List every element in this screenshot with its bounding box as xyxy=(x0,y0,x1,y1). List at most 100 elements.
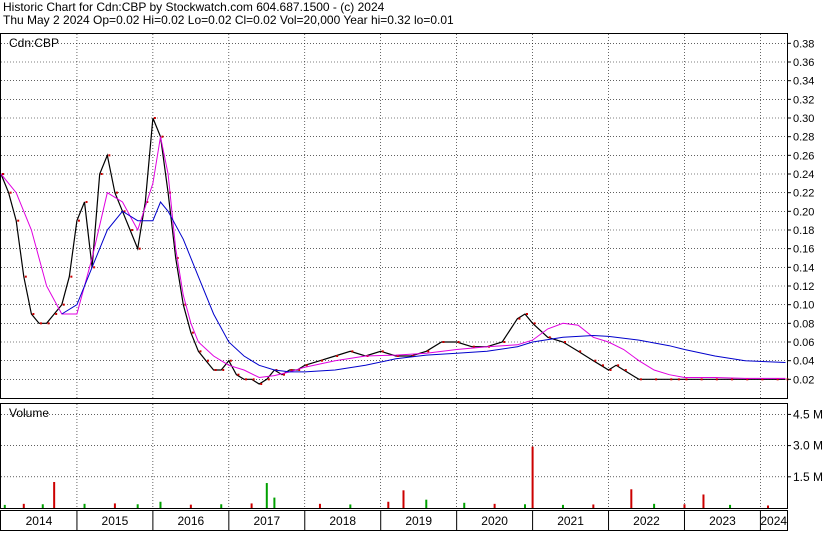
volume-bar xyxy=(159,501,162,508)
close-point xyxy=(670,378,673,381)
close-point xyxy=(9,191,12,194)
close-point xyxy=(39,322,42,325)
y-tick-label: 0.16 xyxy=(793,244,814,256)
y-tick-label: 0.24 xyxy=(793,169,814,181)
volume-bar xyxy=(83,503,86,508)
volume-bar xyxy=(273,497,276,508)
chart-canvas: Cdn:CBP Volume 0.020.040.060.080.100.120… xyxy=(0,33,823,531)
close-point xyxy=(77,219,80,222)
close-point xyxy=(70,275,73,278)
volume-chart-title: Volume xyxy=(9,406,49,420)
volume-panel-frame xyxy=(0,403,788,509)
close-point xyxy=(85,201,88,203)
close-point xyxy=(624,369,627,371)
close-point xyxy=(503,341,506,343)
close-point xyxy=(214,369,217,371)
close-point xyxy=(685,378,688,381)
close-point xyxy=(191,331,194,334)
close-point xyxy=(617,364,620,367)
x-tick-label: 2020 xyxy=(481,514,508,528)
volume-tick-label: 3.0 M xyxy=(793,439,823,453)
close-point xyxy=(245,378,248,381)
close-point xyxy=(138,247,141,250)
close-point xyxy=(153,117,156,119)
volume-bar xyxy=(493,503,496,508)
volume-tick-label: 1.5 M xyxy=(793,470,823,484)
volume-bar xyxy=(683,504,686,508)
close-point xyxy=(229,359,232,362)
x-tick-label: 2018 xyxy=(329,514,356,528)
volume-bar xyxy=(531,446,534,508)
close-point xyxy=(260,383,263,385)
close-point xyxy=(237,373,240,376)
y-tick-label: 0.22 xyxy=(793,188,814,200)
volume-bar xyxy=(41,504,44,508)
close-point xyxy=(351,350,354,353)
y-tick-label: 0.30 xyxy=(793,113,814,125)
close-point xyxy=(518,317,521,320)
x-tick-label: 2019 xyxy=(405,514,432,528)
x-tick-label: 2024 xyxy=(760,514,787,528)
close-point xyxy=(115,191,118,194)
close-point xyxy=(100,173,103,175)
close-point xyxy=(24,275,27,278)
volume-bar xyxy=(767,505,770,508)
price-y-axis: 0.02 0.04 0.06 0.08 0.10 0.12 0.14 0.16 0.18 0.20… xyxy=(787,38,814,386)
y-tick-label: 0.10 xyxy=(793,300,814,312)
x-tick-label: 2016 xyxy=(178,514,205,528)
volume-bar xyxy=(189,504,192,508)
close-point xyxy=(108,154,111,157)
close-point xyxy=(677,378,680,381)
close-point xyxy=(222,369,225,371)
volume-bar xyxy=(524,504,526,508)
volume-bar xyxy=(220,504,223,508)
close-point xyxy=(62,303,65,306)
close-point xyxy=(715,378,718,381)
volume-bar xyxy=(425,499,428,508)
close-point xyxy=(252,378,255,381)
close-point xyxy=(594,359,597,362)
y-tick-label: 0.28 xyxy=(793,132,814,144)
volume-bar xyxy=(702,494,705,508)
volume-bar xyxy=(53,482,56,508)
volume-bar xyxy=(729,504,732,508)
close-point xyxy=(93,266,96,269)
y-tick-label: 0.36 xyxy=(793,57,814,69)
volume-bar xyxy=(653,503,656,508)
x-tick-label: 2014 xyxy=(26,514,53,528)
close-point xyxy=(207,359,210,362)
price-chart-title: Cdn:CBP xyxy=(9,36,59,50)
close-point xyxy=(131,229,134,231)
y-tick-label: 0.20 xyxy=(793,206,814,218)
close-point xyxy=(305,364,308,367)
volume-bar xyxy=(402,490,405,508)
volume-bar xyxy=(463,502,466,508)
close-point xyxy=(548,336,551,339)
volume-bar xyxy=(3,504,6,508)
close-point xyxy=(731,378,734,381)
y-tick-label: 0.38 xyxy=(793,38,814,50)
volume-bar xyxy=(22,503,25,508)
close-point xyxy=(442,341,445,343)
close-point xyxy=(563,341,566,343)
volume-bar xyxy=(387,501,390,508)
y-tick-label: 0.14 xyxy=(793,262,814,274)
close-point xyxy=(427,350,430,353)
close-point xyxy=(457,341,460,343)
close-point xyxy=(381,350,384,353)
close-point xyxy=(161,135,164,138)
volume-bar xyxy=(265,483,268,508)
y-tick-label: 0.02 xyxy=(793,374,814,386)
x-tick-label: 2022 xyxy=(633,514,660,528)
close-point xyxy=(526,313,528,315)
close-point xyxy=(267,378,270,381)
y-tick-label: 0.12 xyxy=(793,281,814,293)
close-point xyxy=(336,355,339,357)
close-point xyxy=(320,359,323,362)
close-point xyxy=(655,378,658,381)
x-tick-label: 2017 xyxy=(253,514,280,528)
volume-bar xyxy=(592,504,595,508)
close-point xyxy=(2,173,4,175)
close-point xyxy=(282,373,285,376)
close-point xyxy=(199,350,202,353)
